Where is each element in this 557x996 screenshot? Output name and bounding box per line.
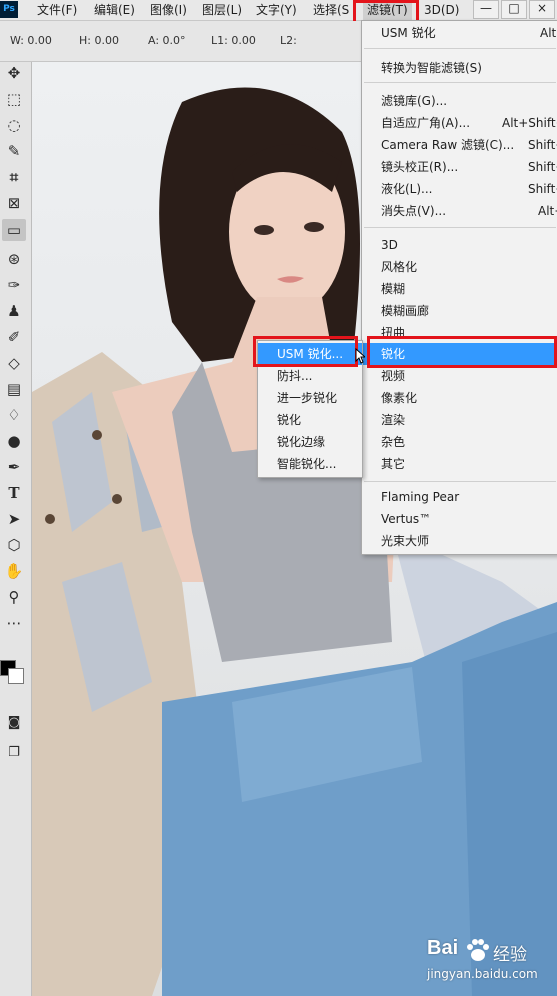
photoshop-logo[interactable]: Ps <box>0 1 18 18</box>
option-l2: L2: <box>280 34 297 47</box>
menu-separator <box>364 48 556 49</box>
shirt-button <box>112 494 122 504</box>
screen-mode-icon[interactable]: ❐ <box>2 742 26 764</box>
menu-item-convert-smart-filter[interactable]: 转换为智能滤镜(S) <box>362 57 557 79</box>
option-width: W: 0.00 <box>10 34 52 47</box>
right-eye <box>304 222 324 232</box>
baidu-paw-icon <box>467 939 489 961</box>
menu-item-pixelate[interactable]: 像素化 <box>362 387 557 409</box>
eraser-tool-icon[interactable]: ◇ <box>2 352 26 374</box>
crop-tool-icon[interactable]: ⌗ <box>2 166 26 188</box>
baidu-watermark: Bai 经验 jingyan.baidu.com <box>427 935 547 987</box>
menu-item-flaming-pear[interactable]: Flaming Pear <box>362 486 557 508</box>
menu-item-3d[interactable]: 3D <box>362 234 557 256</box>
menu-item-liquify[interactable]: 液化(L)...Shift+ <box>362 178 557 200</box>
option-angle: A: 0.0° <box>148 34 186 47</box>
path-select-tool-icon[interactable]: ➤ <box>2 508 26 530</box>
shape-tool-icon[interactable]: ⬡ <box>2 534 26 556</box>
baidu-jingyan-text: 经验 <box>493 945 527 965</box>
gradient-tool-icon[interactable]: ▤ <box>2 378 26 400</box>
frame-tool-icon[interactable]: ⊠ <box>2 192 26 214</box>
sharpen-highlight-box <box>367 336 557 368</box>
filter-menu: USM 锐化 Alt 转换为智能滤镜(S) 滤镜库(G)... 自适应广角(A)… <box>361 20 557 555</box>
menu-item-blur[interactable]: 模糊 <box>362 278 557 300</box>
menu-item-stylize[interactable]: 风格化 <box>362 256 557 278</box>
option-l1: L1: 0.00 <box>211 34 256 47</box>
menu-item-noise[interactable]: 杂色 <box>362 431 557 453</box>
mouse-cursor-icon <box>355 348 365 364</box>
shirt-button <box>92 430 102 440</box>
menu-item-blur-gallery[interactable]: 模糊画廊 <box>362 300 557 322</box>
ruler-tool-icon[interactable]: ▭ <box>2 219 26 241</box>
option-height: H: 0.00 <box>79 34 119 47</box>
maximize-button[interactable]: □ <box>501 0 527 19</box>
menu-item-last-filter[interactable]: USM 锐化 Alt <box>362 22 557 44</box>
baidu-brand-text: Bai <box>427 937 459 959</box>
menu-edit[interactable]: 编辑(E) <box>94 0 135 20</box>
quick-select-tool-icon[interactable]: ✎ <box>2 140 26 162</box>
left-eye <box>254 225 274 235</box>
shirt-button <box>45 514 55 524</box>
marquee-tool-icon[interactable]: ⬚ <box>2 88 26 110</box>
zoom-tool-icon[interactable]: ⚲ <box>2 586 26 608</box>
menu-item-lens-correction[interactable]: 镜头校正(R)...Shift+ <box>362 156 557 178</box>
menu-item-adaptive-wide-angle[interactable]: 自适应广角(A)...Alt+Shift+ <box>362 112 557 134</box>
menu-item-render[interactable]: 渲染 <box>362 409 557 431</box>
history-brush-tool-icon[interactable]: ✐ <box>2 326 26 348</box>
submenu-item-shake-reduction[interactable]: 防抖... <box>258 365 362 387</box>
menu-item-vanishing-point[interactable]: 消失点(V)...Alt+ <box>362 200 557 222</box>
quick-mask-icon[interactable]: ◙ <box>2 712 26 734</box>
dodge-tool-icon[interactable]: ● <box>2 430 26 452</box>
background-color-swatch[interactable] <box>8 668 24 684</box>
submenu-item-sharpen[interactable]: 锐化 <box>258 409 362 431</box>
menu-item-other[interactable]: 其它 <box>362 453 557 475</box>
hand-tool-icon[interactable]: ✋ <box>2 560 26 582</box>
menu-separator <box>364 227 556 228</box>
minimize-button[interactable]: — <box>473 0 499 19</box>
type-tool-icon[interactable]: T <box>2 482 26 504</box>
close-button[interactable]: × <box>529 0 555 19</box>
menu-file[interactable]: 文件(F) <box>37 0 77 20</box>
menu-item-filter-gallery[interactable]: 滤镜库(G)... <box>362 90 557 112</box>
submenu-item-sharpen-more[interactable]: 进一步锐化 <box>258 387 362 409</box>
more-tools-icon[interactable]: ⋯ <box>2 612 26 634</box>
move-tool-icon[interactable]: ✥ <box>2 62 26 84</box>
menu-item-video[interactable]: 视频 <box>362 365 557 387</box>
lasso-tool-icon[interactable]: ◌ <box>2 114 26 136</box>
menu-item-vertus[interactable]: Vertus™ <box>362 508 557 530</box>
submenu-item-smart-sharpen[interactable]: 智能锐化... <box>258 453 362 475</box>
menu-separator <box>364 82 556 83</box>
pen-tool-icon[interactable]: ✒ <box>2 456 26 478</box>
submenu-item-sharpen-edges[interactable]: 锐化边缘 <box>258 431 362 453</box>
menu-item-camera-raw[interactable]: Camera Raw 滤镜(C)...Shift+ <box>362 134 557 156</box>
menu-image[interactable]: 图像(I) <box>150 0 187 20</box>
watermark-url: jingyan.baidu.com <box>427 967 538 981</box>
menu-3d[interactable]: 3D(D) <box>424 0 459 20</box>
toolbar: ✥ ⬚ ◌ ✎ ⌗ ⊠ ▭ ⊛ ✑ ♟ ✐ ◇ ▤ ♢ ● ✒ T ➤ ⬡ ✋ … <box>0 62 32 996</box>
menu-item-light-master[interactable]: 光束大师 <box>362 530 557 552</box>
menu-type[interactable]: 文字(Y) <box>256 0 297 20</box>
menu-separator <box>364 481 556 482</box>
menubar: Ps 文件(F) 编辑(E) 图像(I) 图层(L) 文字(Y) 选择(S 滤镜… <box>0 0 557 21</box>
menu-layer[interactable]: 图层(L) <box>202 0 242 20</box>
blur-tool-icon[interactable]: ♢ <box>2 404 26 426</box>
usm-highlight-box <box>253 336 358 367</box>
stamp-tool-icon[interactable]: ♟ <box>2 300 26 322</box>
menu-select[interactable]: 选择(S <box>313 0 349 20</box>
spot-heal-tool-icon[interactable]: ⊛ <box>2 248 26 270</box>
brush-tool-icon[interactable]: ✑ <box>2 274 26 296</box>
